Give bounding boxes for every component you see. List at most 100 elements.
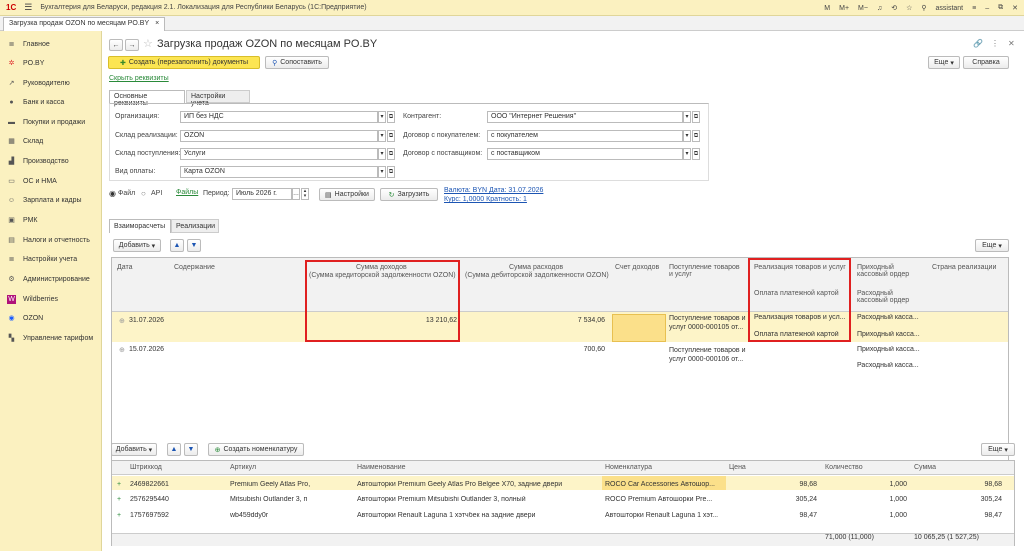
- sidebar-item-admin[interactable]: ⚙ Администрирование: [7, 275, 89, 284]
- sidebar-item-ozon[interactable]: ◉ OZON: [7, 314, 43, 323]
- tab-main-details[interactable]: Основные реквизиты: [109, 90, 185, 107]
- bell-icon[interactable]: ♫: [877, 5, 882, 12]
- sklad-post-dropdown[interactable]: ▾: [378, 148, 386, 160]
- dog-post-open-icon[interactable]: ⧉: [692, 148, 700, 160]
- dog-pok-open-icon[interactable]: ⧉: [692, 130, 700, 142]
- sidebar-item-settings[interactable]: ≣ Настройки учета: [7, 255, 78, 264]
- settings-button[interactable]: ▤ Настройки: [319, 188, 375, 201]
- menu-icon[interactable]: ☰: [24, 2, 32, 13]
- tab-close-icon[interactable]: ×: [155, 20, 159, 29]
- pay-open-icon[interactable]: ⧉: [387, 166, 395, 178]
- row2-purchase[interactable]: Поступление товаров и услуг 0000-000106 …: [669, 346, 747, 364]
- pay-dropdown[interactable]: ▾: [378, 166, 386, 178]
- dog-pok-field[interactable]: с покупателем: [487, 130, 683, 142]
- close-icon[interactable]: ✕: [1012, 4, 1018, 12]
- row2-rko[interactable]: Расходный касса...: [857, 362, 927, 369]
- nom-move-down-button[interactable]: ▼: [184, 443, 198, 456]
- dog-pok-dropdown[interactable]: ▾: [683, 130, 691, 142]
- settings-menu-icon[interactable]: ≡: [972, 5, 976, 12]
- nom-row2-nomenclature[interactable]: ROCO Premium Автошорки Pre...: [605, 496, 720, 503]
- hide-details-link[interactable]: Скрыть реквизиты: [109, 75, 169, 82]
- org-open-icon[interactable]: ⧉: [387, 111, 395, 123]
- table2-more-button[interactable]: Еще ▾: [981, 443, 1015, 456]
- more-button[interactable]: Еще ▾: [928, 56, 960, 69]
- row1-rko[interactable]: Расходный касса...: [857, 314, 927, 321]
- star-icon[interactable]: ☆: [906, 4, 912, 12]
- sklad-real-dropdown[interactable]: ▾: [378, 130, 386, 142]
- create-documents-button[interactable]: ✚ Создать (перезаполнить) документы: [108, 56, 260, 69]
- back-button[interactable]: ←: [109, 39, 123, 51]
- user-name[interactable]: assistant: [936, 5, 964, 12]
- row1-purchase[interactable]: Поступление товаров и услуг 0000-000105 …: [669, 314, 747, 332]
- search-icon[interactable]: ⚲: [921, 4, 926, 12]
- m-button[interactable]: M: [824, 5, 830, 12]
- move-up-button[interactable]: ▲: [170, 239, 184, 252]
- sidebar-item-main[interactable]: ≣ Главное: [7, 40, 50, 49]
- sidebar-item-tariff[interactable]: ▚ Управление тарифом: [7, 334, 93, 343]
- tab-accounting-settings[interactable]: Настройки учета: [186, 90, 250, 107]
- favorite-star-icon[interactable]: ☆: [143, 37, 153, 50]
- forward-button[interactable]: →: [125, 39, 139, 51]
- close-form-icon[interactable]: ✕: [1008, 39, 1015, 48]
- files-link[interactable]: Файлы: [176, 189, 198, 196]
- dog-post-dropdown[interactable]: ▾: [683, 148, 691, 160]
- sidebar-item-production[interactable]: ▟ Производство: [7, 157, 69, 166]
- sidebar-item-taxes[interactable]: ▤ Налоги и отчетность: [7, 236, 90, 245]
- nom-row1-nomenclature[interactable]: ROCO Car Accessories Автошор...: [605, 481, 720, 488]
- sidebar-item-salary[interactable]: ☺ Зарплата и кадры: [7, 196, 82, 205]
- kontr-field[interactable]: ООО "Интернет Решения": [487, 111, 683, 123]
- period-select-icon[interactable]: …: [292, 188, 300, 200]
- sidebar-item-wildberries[interactable]: W Wildberries: [7, 295, 58, 304]
- org-dropdown[interactable]: ▾: [378, 111, 386, 123]
- history-icon[interactable]: ⟲: [891, 4, 897, 12]
- org-field[interactable]: ИП без НДС: [180, 111, 378, 123]
- table2-footer: [112, 533, 1014, 546]
- link-icon[interactable]: 🔗: [973, 39, 983, 48]
- col-content: Содержание: [174, 264, 215, 271]
- nom-move-up-button[interactable]: ▲: [167, 443, 181, 456]
- row2-pko[interactable]: Приходный касса...: [857, 346, 927, 353]
- move-down-button[interactable]: ▼: [187, 239, 201, 252]
- income-account-cell-active[interactable]: [612, 314, 666, 342]
- match-button[interactable]: ⚲ Сопоставить: [265, 56, 329, 69]
- row1-pko[interactable]: Приходный касса...: [857, 331, 927, 338]
- sidebar-item-purchases[interactable]: ▬ Покупки и продажи: [7, 118, 85, 127]
- sidebar-item-rmk[interactable]: ▣ РМК: [7, 216, 37, 225]
- period-field[interactable]: Июль 2026 г.: [232, 188, 292, 200]
- sidebar-item-poby[interactable]: ✲ PO.BY: [7, 59, 45, 68]
- sklad-post-field[interactable]: Услуги: [180, 148, 378, 160]
- mminus-button[interactable]: M−: [858, 5, 868, 12]
- api-radio[interactable]: ○: [141, 189, 146, 198]
- help-button[interactable]: Справка: [963, 56, 1009, 69]
- file-radio[interactable]: ◉: [109, 189, 116, 198]
- tab-sales[interactable]: Реализации: [171, 219, 219, 233]
- mplus-button[interactable]: M+: [839, 5, 849, 12]
- period-stepper[interactable]: ▴ ▾: [301, 188, 309, 200]
- rate-link[interactable]: Курс: 1,0000 Кратность: 1: [444, 196, 527, 203]
- sidebar-item-os[interactable]: ▭ ОС и НМА: [7, 177, 57, 186]
- row-expand-icon[interactable]: ⊕: [119, 346, 125, 354]
- dog-post-field[interactable]: с поставщиком: [487, 148, 683, 160]
- sklad-real-open-icon[interactable]: ⧉: [387, 130, 395, 142]
- tab-ozon-load[interactable]: Загрузка продаж OZON по месяцам PO.BY ×: [3, 17, 166, 31]
- create-nom-button[interactable]: ⊕ Создать номенклатуру: [208, 443, 304, 456]
- row-expand-icon[interactable]: ⊕: [119, 317, 125, 325]
- add-button[interactable]: Добавить ▾: [113, 239, 161, 252]
- sidebar-item-director[interactable]: ↗ Руководителю: [7, 79, 70, 88]
- nom-row3-nomenclature[interactable]: Автошторки Renault Laguna 1 хэт...: [605, 512, 720, 519]
- load-button[interactable]: ↻ Загрузить: [380, 188, 438, 201]
- kontr-open-icon[interactable]: ⧉: [692, 111, 700, 123]
- sklad-post-open-icon[interactable]: ⧉: [387, 148, 395, 160]
- kontr-dropdown[interactable]: ▾: [683, 111, 691, 123]
- table1-more-button[interactable]: Еще ▾: [975, 239, 1009, 252]
- restore-icon[interactable]: ⧉: [998, 4, 1003, 12]
- pay-field[interactable]: Карта OZON: [180, 166, 378, 178]
- minimize-icon[interactable]: –: [985, 5, 989, 12]
- sklad-real-field[interactable]: OZON: [180, 130, 378, 142]
- tab-settlements[interactable]: Взаиморасчеты: [109, 219, 171, 233]
- more-vert-icon[interactable]: ⋮: [991, 39, 999, 48]
- currency-link[interactable]: Валюта: BYN Дата: 31.07.2026: [444, 187, 543, 194]
- sidebar-item-bank[interactable]: ● Банк и касса: [7, 98, 64, 107]
- add-nom-button[interactable]: Добавить ▾: [111, 443, 157, 456]
- sidebar-item-warehouse[interactable]: ▦ Склад: [7, 137, 43, 146]
